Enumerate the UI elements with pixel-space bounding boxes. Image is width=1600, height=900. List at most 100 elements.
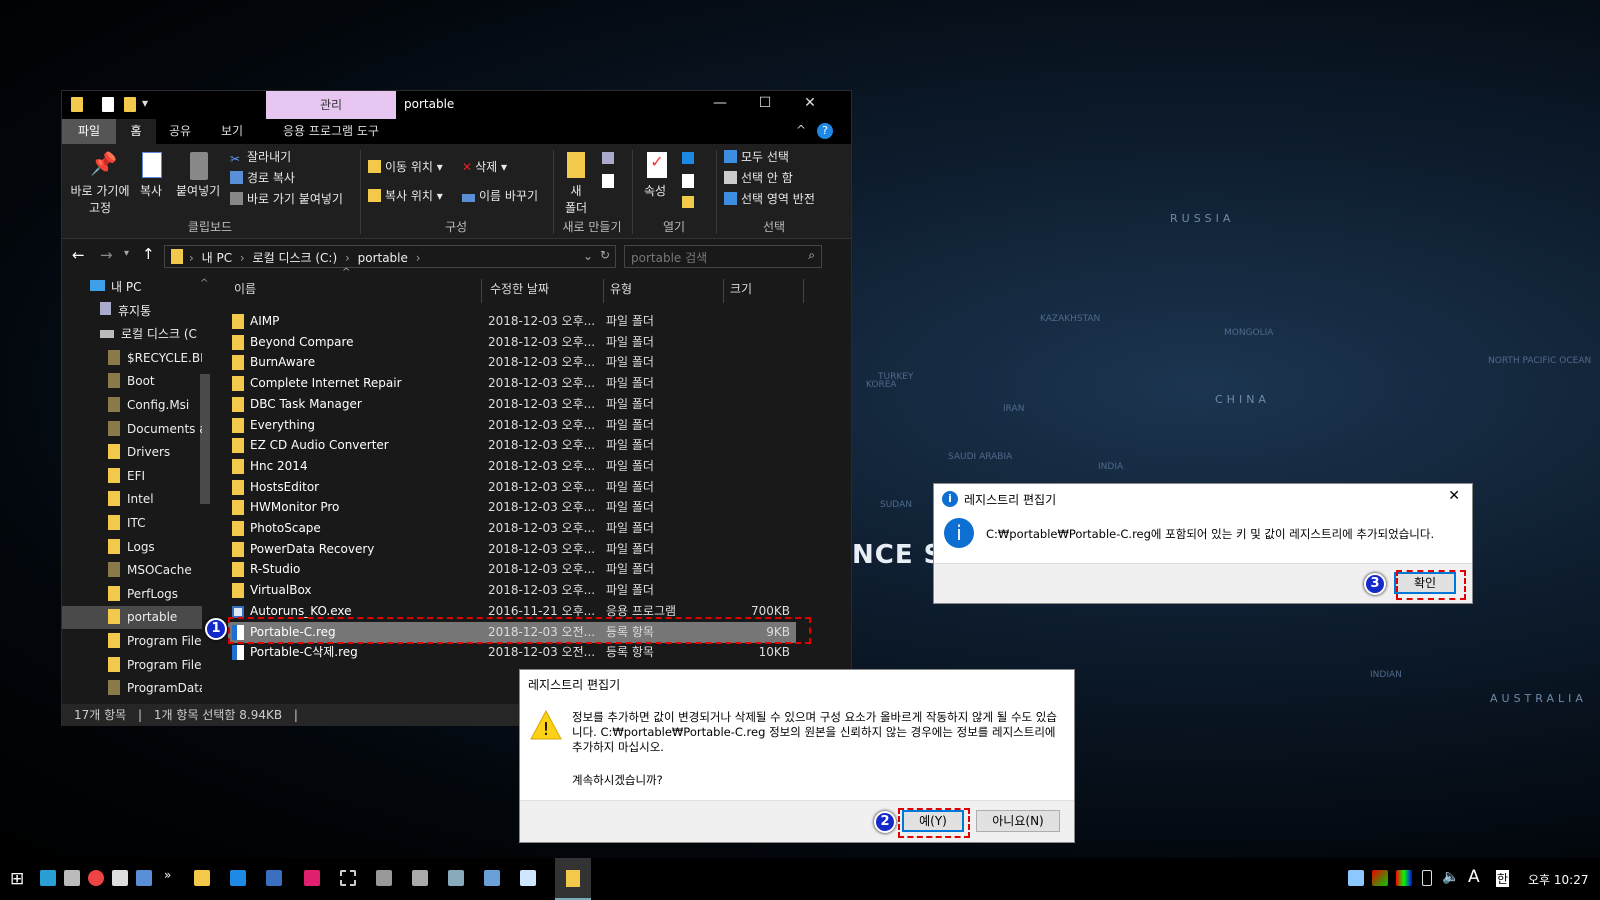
move-to-button[interactable]: 이동 위치 ▾ xyxy=(368,158,443,175)
file-row[interactable]: BurnAware 2018-12-03 오후... 파일 폴더 xyxy=(228,352,796,373)
nav-item[interactable]: Documents a xyxy=(62,418,202,441)
file-row[interactable]: HostsEditor 2018-12-03 오후... 파일 폴더 xyxy=(228,477,796,498)
new-folder-button[interactable]: 새 폴더 xyxy=(562,182,590,216)
nav-item[interactable]: EFI xyxy=(62,465,202,488)
ime-lang[interactable]: A xyxy=(1468,867,1480,887)
help-icon[interactable]: ? xyxy=(817,123,833,139)
screenshot-icon[interactable] xyxy=(340,870,356,886)
no-button[interactable]: 아니요(N) xyxy=(976,810,1060,832)
column-type[interactable]: 유형 xyxy=(604,279,724,303)
breadcrumb-item[interactable]: 내 PC xyxy=(202,251,232,265)
start-windows-icon[interactable]: ⊞ xyxy=(10,869,24,889)
nav-item[interactable]: 내 PC xyxy=(62,276,202,299)
new-folder-icon[interactable] xyxy=(124,97,136,112)
back-button[interactable]: ← xyxy=(72,246,85,264)
nav-item[interactable]: Program File xyxy=(62,630,202,653)
app-icon[interactable] xyxy=(112,870,128,886)
minimize-button[interactable]: — xyxy=(698,95,742,115)
app-icon[interactable] xyxy=(40,870,56,886)
active-explorer-taskbar-button[interactable] xyxy=(555,858,591,900)
tab-manage[interactable]: 관리 xyxy=(266,91,396,119)
app-icon[interactable] xyxy=(136,870,152,886)
breadcrumb-item[interactable]: portable xyxy=(358,251,408,265)
nav-item[interactable]: 로컬 디스크 (C xyxy=(62,323,202,346)
file-row[interactable]: VirtualBox 2018-12-03 오후... 파일 폴더 xyxy=(228,580,796,601)
easy-access-icon[interactable] xyxy=(602,174,614,188)
scroll-up-icon[interactable]: ^ xyxy=(200,278,208,289)
open-icon[interactable] xyxy=(682,152,694,164)
customize-quick-access-icon[interactable]: ▾ xyxy=(142,96,148,110)
close-button[interactable]: ✕ xyxy=(788,95,832,115)
search-input[interactable]: portable 검색 ⌕ xyxy=(624,245,822,268)
nav-item[interactable]: Boot xyxy=(62,370,202,393)
nav-item[interactable]: MSOCache xyxy=(62,559,202,582)
network-icon[interactable] xyxy=(1348,870,1364,886)
file-row[interactable]: Everything 2018-12-03 오후... 파일 폴더 xyxy=(228,415,796,436)
chrome-icon[interactable] xyxy=(88,870,104,886)
delete-button[interactable]: ✕ 삭제 ▾ xyxy=(462,158,507,175)
file-row[interactable]: PhotoScape 2018-12-03 오후... 파일 폴더 xyxy=(228,518,796,539)
copy-path-button[interactable]: 경로 복사 xyxy=(230,169,295,186)
app-icon[interactable] xyxy=(266,870,282,886)
nav-item[interactable]: Intel xyxy=(62,488,202,511)
select-all-button[interactable]: 모두 선택 xyxy=(724,148,789,165)
properties-icon[interactable] xyxy=(102,97,114,112)
tab-home[interactable]: 홈 xyxy=(116,119,156,144)
pin-quick-access-button[interactable]: 바로 가기에 고정 xyxy=(68,182,132,216)
tab-app-tools[interactable]: 응용 프로그램 도구 xyxy=(266,119,396,144)
usb-icon[interactable] xyxy=(1422,870,1432,886)
paste-button[interactable]: 붙여넣기 xyxy=(176,182,220,199)
app-icon[interactable] xyxy=(448,870,464,886)
forward-button[interactable]: → xyxy=(100,246,113,264)
copy-to-button[interactable]: 복사 위치 ▾ xyxy=(368,187,443,204)
app-icon[interactable] xyxy=(376,870,392,886)
close-button[interactable]: ✕ xyxy=(1448,488,1460,504)
nav-item[interactable]: Config.Msi xyxy=(62,394,202,417)
nav-item[interactable]: ProgramData xyxy=(62,677,202,700)
nav-item[interactable]: Logs xyxy=(62,536,202,559)
overflow-icon[interactable]: » xyxy=(164,868,171,882)
app-icon[interactable] xyxy=(230,870,246,886)
edit-icon[interactable] xyxy=(682,174,694,188)
file-row[interactable]: DBC Task Manager 2018-12-03 오후... 파일 폴더 xyxy=(228,394,796,415)
tab-file[interactable]: 파일 xyxy=(62,119,116,144)
app-icon[interactable] xyxy=(304,870,320,886)
column-name[interactable]: 이름 xyxy=(228,279,482,303)
app-icon[interactable] xyxy=(520,870,536,886)
file-row[interactable]: Beyond Compare 2018-12-03 오후... 파일 폴더 xyxy=(228,332,796,353)
file-row[interactable]: AIMP 2018-12-03 오후... 파일 폴더 xyxy=(228,311,796,332)
history-icon[interactable] xyxy=(682,196,694,208)
volume-icon[interactable]: 🔈 xyxy=(1442,869,1459,885)
clock[interactable]: 오후 10:27 xyxy=(1528,871,1588,888)
ime-mode[interactable]: 한 xyxy=(1496,870,1510,887)
rename-button[interactable]: 이름 바꾸기 xyxy=(462,187,538,204)
file-row[interactable]: HWMonitor Pro 2018-12-03 오후... 파일 폴더 xyxy=(228,497,796,518)
tray-app-icon[interactable] xyxy=(1372,870,1388,886)
invert-selection-button[interactable]: 선택 영역 반전 xyxy=(724,190,815,207)
up-button[interactable]: ↑ xyxy=(142,245,155,263)
file-explorer-icon[interactable] xyxy=(194,870,210,886)
app-icon[interactable] xyxy=(484,870,500,886)
cut-button[interactable]: ✂ 잘라내기 xyxy=(230,148,291,166)
nav-item[interactable]: Drivers xyxy=(62,441,202,464)
select-none-button[interactable]: 선택 안 함 xyxy=(724,169,793,186)
nav-item[interactable]: portable xyxy=(62,606,202,630)
new-item-icon[interactable] xyxy=(602,152,614,164)
file-row[interactable]: R-Studio 2018-12-03 오후... 파일 폴더 xyxy=(228,559,796,580)
tray-display-icon[interactable] xyxy=(1396,870,1412,886)
recent-locations-icon[interactable]: ▾ xyxy=(124,248,129,259)
paste-shortcut-button[interactable]: 바로 가기 붙여넣기 xyxy=(230,190,343,207)
breadcrumb-item[interactable]: 로컬 디스크 (C:) xyxy=(253,251,338,265)
collapse-ribbon-icon[interactable]: ^ xyxy=(796,123,806,137)
tab-share[interactable]: 공유 xyxy=(160,119,200,144)
app-icon[interactable] xyxy=(64,870,80,886)
nav-item[interactable]: PerfLogs xyxy=(62,583,202,606)
tab-view[interactable]: 보기 xyxy=(212,119,252,144)
nav-item[interactable]: Program File xyxy=(62,654,202,677)
app-icon[interactable] xyxy=(412,870,428,886)
address-bar[interactable]: › 내 PC › 로컬 디스크 (C:) › portable › ⌄ ↻ xyxy=(164,245,616,268)
properties-button[interactable]: 속성 xyxy=(644,182,666,199)
column-size[interactable]: 크기 xyxy=(724,279,804,303)
address-history-icon[interactable]: ⌄ xyxy=(583,249,593,263)
nav-item[interactable]: $RECYCLE.BI xyxy=(62,347,202,370)
